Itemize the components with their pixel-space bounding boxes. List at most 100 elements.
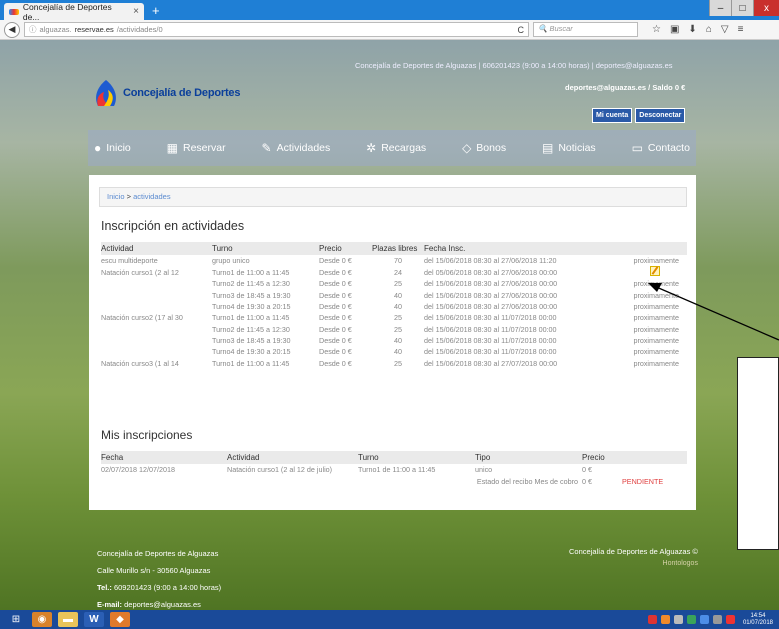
file-explorer-icon[interactable]: ▬ [58,612,78,627]
breadcrumb-current[interactable]: actividades [133,192,171,201]
info-icon: ⓘ [29,25,37,34]
contact-info: Concejalía de Deportes de Alguazas | 606… [355,61,673,70]
back-button[interactable]: ◀ [4,21,20,38]
tray-flag-icon[interactable] [673,615,683,624]
tray-app-icon[interactable] [686,615,696,624]
close-tab-icon[interactable]: × [133,6,139,17]
activity-estado: proximamente [633,256,679,266]
pocket-icon[interactable]: ▽ [721,24,729,35]
footer-tel-label: Tel.: [97,583,112,592]
tray-app-icon[interactable] [660,615,670,624]
firefox-icon[interactable]: ◉ [32,612,52,627]
word-icon[interactable]: W [84,612,104,627]
activity-estado: proximamente [633,324,679,334]
site-logo[interactable]: Concejalía de Deportes [92,78,240,108]
logout-button[interactable]: Desconectar [635,108,686,123]
menu-label: Contacto [647,142,690,154]
activity-plazas: 25 [394,279,402,289]
activity-row: Turno2 de 11:45 a 12:30 Desde 0 € 25 del 15… [101,323,687,334]
activity-plazas: 25 [394,324,402,334]
activity-plazas: 40 [394,302,402,312]
activity-precio: Desde 0 € [319,256,352,266]
activity-turno: Turno1 de 11:00 a 11:45 [212,267,290,277]
footer-email-value[interactable]: deportes@alguazas.es [122,600,201,609]
activity-turno: Turno4 de 19:30 a 20:15 [212,347,291,357]
taskbar-clock[interactable]: 14:54 01/07/2018 [743,613,773,627]
clock-time: 14:54 [750,612,766,619]
my-account-button[interactable]: Mi cuenta [592,108,633,123]
close-window-button[interactable]: x [753,0,779,16]
tray-network-icon[interactable] [699,615,709,624]
activity-name: Natación curso2 (17 al 30 [101,313,183,323]
inscriptions-header-row: Fecha Actividad Turno Tipo Precio [101,451,687,464]
browser-tab[interactable]: Concejalía de Deportes de... × [4,1,144,22]
footer-email-label: E-mail: [97,600,123,609]
activity-precio: Desde 0 € [319,358,352,368]
col-turno: Turno [358,451,475,464]
col-turno: Turno [212,242,319,255]
activity-precio: Desde 0 € [319,302,352,312]
search-input[interactable]: 🔍 Buscar [533,22,638,37]
col-fecha: Fecha Insc. [424,242,623,255]
inscription-row: 02/07/2018 12/07/2018 Natación curso1 (2… [101,464,687,476]
activity-estado: proximamente [633,347,679,357]
col-estado [623,242,687,255]
home-icon[interactable]: ⌂ [706,24,712,35]
activity-fecha: del 15/06/2018 08:30 al 11/07/2018 00:00 [424,347,557,357]
new-tab-button[interactable]: + [152,3,160,18]
menu-item-bonos[interactable]: ◇ Bonos [462,141,506,155]
menu-label: Noticias [558,142,596,154]
reload-icon[interactable]: C [518,25,525,35]
download-icon[interactable]: ⬇ [688,24,696,35]
tag-icon: ◇ [462,141,472,155]
app-icon[interactable]: ◆ [110,612,130,627]
browser-nav-bar: ◀ ⓘ alguazas. reservae.es/actividades/0 C… [0,20,779,40]
enroll-edit-icon[interactable] [650,266,660,277]
menu-item-recargas[interactable]: ✲ Recargas [366,141,426,155]
activity-fecha: del 15/06/2018 08:30 al 27/06/2018 00:00 [424,302,558,312]
menu-label: Recargas [381,142,427,154]
maximize-button[interactable]: □ [731,0,753,16]
activity-plazas: 40 [394,335,402,345]
activity-name [101,301,212,312]
activity-turno: Turno3 de 18:45 a 19:30 [212,335,291,345]
menu-icon[interactable]: ≡ [738,24,744,35]
windows-start-icon[interactable]: ⊞ [6,612,26,627]
activity-turno: Turno1 de 11:00 a 11:45 [212,358,290,368]
menu-item-noticias[interactable]: ▤ Noticias [542,141,596,155]
site-name: Concejalía de Deportes [123,87,241,99]
activity-precio: Desde 0 € [319,290,352,300]
receipt-amount: 0 € [582,476,592,486]
activity-turno: Turno3 de 18:45 a 19:30 [212,290,291,300]
tray-app-icon[interactable] [647,615,657,624]
activity-turno: Turno4 de 19:30 a 20:15 [212,302,291,312]
inscriptions-table: Fecha Actividad Turno Tipo Precio 02/07/… [101,451,687,487]
menu-item-actividades[interactable]: ✎ Actividades [262,141,331,155]
url-prefix: alguazas. [39,25,72,34]
menu-item-inicio[interactable]: ● Inicio [94,141,131,155]
address-bar[interactable]: ⓘ alguazas. reservae.es/actividades/0 C [24,22,529,37]
activity-estado: proximamente [633,313,679,323]
menu-item-contacto[interactable]: ▭ Contacto [632,141,690,155]
star-icon[interactable]: ☆ [652,24,661,35]
breadcrumb-home-link[interactable]: Inicio [107,192,125,201]
browser-tab-bar: Concejalía de Deportes de... × + – □ x [0,0,779,22]
system-tray: 14:54 01/07/2018 [647,613,773,627]
col-tipo: Tipo [475,451,582,464]
activity-fecha: del 15/06/2018 08:30 al 27/06/2018 00:00 [424,279,558,289]
tray-app-icon[interactable] [725,615,735,624]
reading-list-icon[interactable]: ▣ [670,24,679,35]
menu-item-reservar[interactable]: ▦ Reservar [167,141,226,155]
activity-plazas: 24 [394,267,402,277]
footer-credit[interactable]: Hontologos [569,560,698,567]
activities-header-row: Actividad Turno Precio Plazas libres Fec… [101,242,687,255]
activity-fecha: del 15/06/2018 08:30 al 11/07/2018 00:00 [424,313,557,323]
activity-fecha: del 15/06/2018 08:30 al 11/07/2018 00:00 [424,324,557,334]
inscription-actividad: Natación curso1 (2 al 12 de julio) [227,465,333,475]
activity-turno: Turno1 de 11:00 a 11:45 [212,313,290,323]
minimize-button[interactable]: – [709,0,731,16]
tab-title: Concejalía de Deportes de... [22,1,112,22]
activity-estado: proximamente [633,335,679,345]
tray-volume-icon[interactable] [712,615,722,624]
activity-precio: Desde 0 € [319,324,352,334]
